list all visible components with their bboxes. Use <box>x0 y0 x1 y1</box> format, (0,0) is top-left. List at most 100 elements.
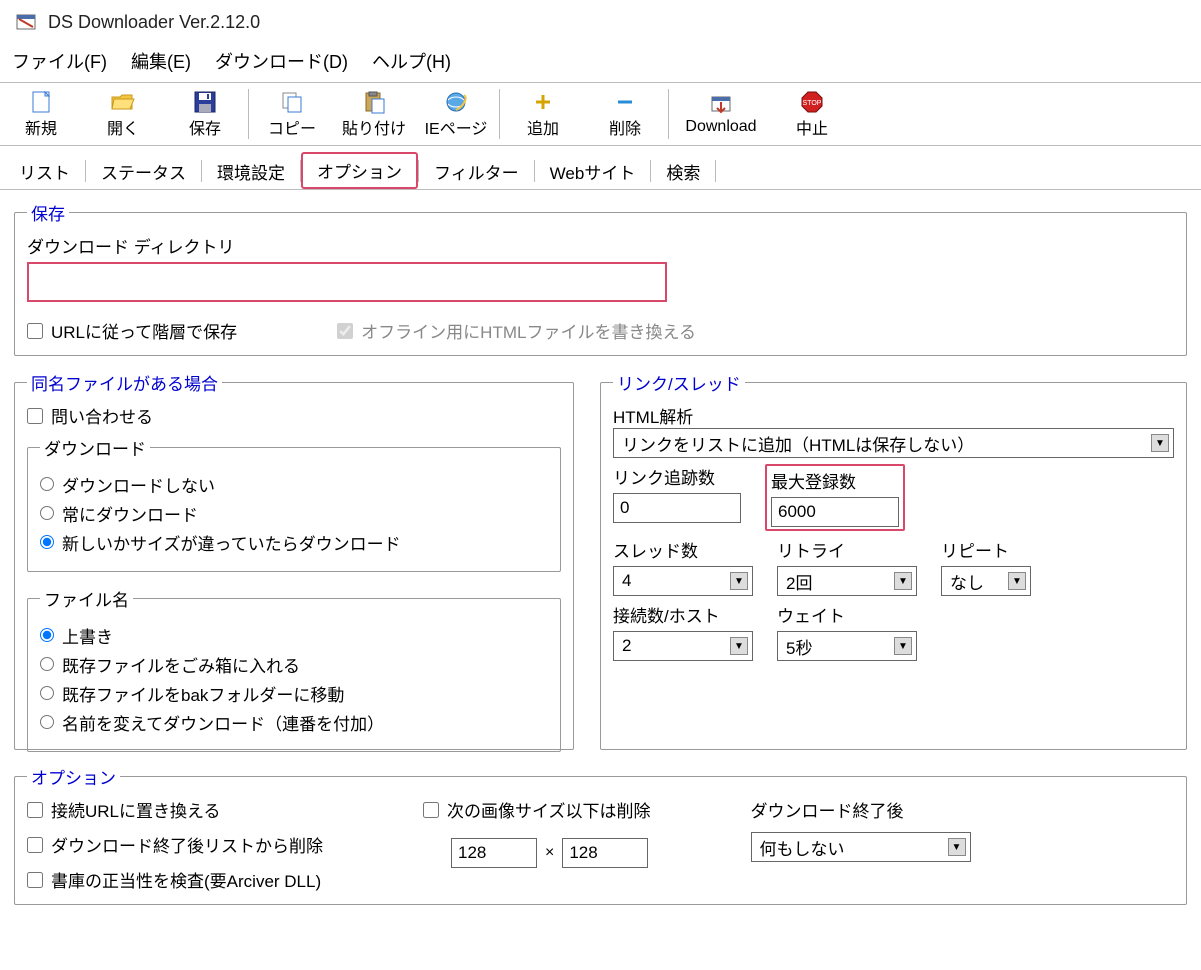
menu-download[interactable]: ダウンロード(D) <box>215 48 348 74</box>
chk-offline-rewrite-label: オフライン用にHTMLファイルを書き換える <box>361 318 696 343</box>
group-samefile-legend: 同名ファイルがある場合 <box>27 370 222 395</box>
conn-host-label: 接続数/ホスト <box>613 602 753 627</box>
chk-url-layers[interactable]: URLに従って階層で保存 <box>27 318 237 343</box>
retry-select[interactable]: 2回 ▼ <box>777 566 917 596</box>
radio-bak-input[interactable] <box>40 686 54 700</box>
toolbar-iepage[interactable]: IEページ <box>415 87 497 141</box>
toolbar-add[interactable]: 追加 <box>502 87 584 141</box>
chk-offline-rewrite: オフライン用にHTMLファイルを書き換える <box>337 318 696 343</box>
chk-remove-after-label: ダウンロード終了後リストから削除 <box>51 832 323 857</box>
radio-trash[interactable]: 既存ファイルをごみ箱に入れる <box>40 652 548 677</box>
tab-status[interactable]: ステータス <box>86 154 201 188</box>
chk-ask[interactable]: 問い合わせる <box>27 403 153 428</box>
html-parse-value: リンクをリストに追加（HTMLは保存しない） <box>622 431 974 456</box>
html-parse-select[interactable]: リンクをリストに追加（HTMLは保存しない） ▼ <box>613 428 1174 458</box>
repeat-select[interactable]: なし ▼ <box>941 566 1031 596</box>
radio-bak[interactable]: 既存ファイルをbakフォルダーに移動 <box>40 681 548 706</box>
chk-url-layers-label: URLに従って階層で保存 <box>51 318 237 343</box>
toolbar-new-label: 新規 <box>25 115 57 139</box>
radio-dl-always[interactable]: 常にダウンロード <box>40 501 548 526</box>
max-reg-highlight: 最大登録数 <box>765 464 905 531</box>
img-width-input[interactable] <box>451 838 537 868</box>
group-options: オプション 接続URLに置き換える ダウンロード終了後リストから削除 書庫の正当… <box>14 764 1187 905</box>
toolbar-delete[interactable]: 削除 <box>584 87 666 141</box>
tab-filter[interactable]: フィルター <box>419 154 534 188</box>
radio-dl-newer[interactable]: 新しいかサイズが違っていたらダウンロード <box>40 530 548 555</box>
max-reg-input[interactable] <box>771 497 899 527</box>
stop-icon: STOP <box>800 89 824 115</box>
link-follow-label: リンク追跡数 <box>613 464 741 489</box>
toolbar-copy[interactable]: コピー <box>251 87 333 141</box>
chevron-down-icon: ▼ <box>1008 572 1026 590</box>
content-area: 保存 ダウンロード ディレクトリ URLに従って階層で保存 オフライン用にHTM… <box>0 190 1201 929</box>
minus-icon <box>615 89 635 115</box>
conn-host-select[interactable]: 2 ▼ <box>613 631 753 661</box>
toolbar-new[interactable]: 新規 <box>0 87 82 141</box>
radio-dl-always-input[interactable] <box>40 506 54 520</box>
toolbar-iepage-label: IEページ <box>425 115 488 139</box>
chevron-down-icon: ▼ <box>948 838 966 856</box>
after-dl-select[interactable]: 何もしない ▼ <box>751 832 971 862</box>
chk-min-image-label: 次の画像サイズ以下は削除 <box>447 797 651 822</box>
plus-icon <box>533 89 553 115</box>
chk-replace-conn-url[interactable]: 接続URLに置き換える <box>27 797 323 822</box>
radio-rename-label: 名前を変えてダウンロード（連番を付加） <box>62 710 384 735</box>
radio-dl-no-input[interactable] <box>40 477 54 491</box>
tab-website[interactable]: Webサイト <box>535 154 651 188</box>
link-follow-input[interactable] <box>613 493 741 523</box>
tab-env[interactable]: 環境設定 <box>202 154 300 188</box>
folder-open-icon <box>110 89 136 115</box>
toolbar-paste[interactable]: 貼り付け <box>333 87 415 141</box>
radio-overwrite[interactable]: 上書き <box>40 623 548 648</box>
menu-edit[interactable]: 編集(E) <box>131 48 191 74</box>
chk-remove-after[interactable]: ダウンロード終了後リストから削除 <box>27 832 323 857</box>
toolbar-save-label: 保存 <box>189 115 221 139</box>
title-bar: DS Downloader Ver.2.12.0 <box>0 0 1201 38</box>
group-options-legend: オプション <box>27 764 120 789</box>
toolbar-separator <box>248 89 249 139</box>
radio-rename[interactable]: 名前を変えてダウンロード（連番を付加） <box>40 710 548 735</box>
download-dir-input[interactable] <box>27 262 667 302</box>
radio-overwrite-label: 上書き <box>62 623 113 648</box>
radio-overwrite-input[interactable] <box>40 628 54 642</box>
tab-list[interactable]: リスト <box>4 154 85 188</box>
img-height-input[interactable] <box>562 838 648 868</box>
tab-option[interactable]: オプション <box>301 152 418 189</box>
radio-dl-newer-input[interactable] <box>40 535 54 549</box>
paste-icon <box>362 89 386 115</box>
menu-help[interactable]: ヘルプ(H) <box>372 48 451 74</box>
radio-rename-input[interactable] <box>40 715 54 729</box>
chk-min-image-box[interactable] <box>423 802 439 818</box>
toolbar-paste-label: 貼り付け <box>342 115 406 139</box>
chk-check-archive-label: 書庫の正当性を検査(要Arciver DLL) <box>51 867 321 892</box>
wait-select[interactable]: 5秒 ▼ <box>777 631 917 661</box>
toolbar-download[interactable]: Download <box>671 90 771 138</box>
radio-trash-input[interactable] <box>40 657 54 671</box>
chk-check-archive[interactable]: 書庫の正当性を検査(要Arciver DLL) <box>27 867 323 892</box>
radio-dl-no[interactable]: ダウンロードしない <box>40 472 548 497</box>
group-save: 保存 ダウンロード ディレクトリ URLに従って階層で保存 オフライン用にHTM… <box>14 200 1187 356</box>
floppy-save-icon <box>193 89 217 115</box>
toolbar-open[interactable]: 開く <box>82 87 164 141</box>
toolbar-stop[interactable]: STOP 中止 <box>771 87 853 141</box>
radio-bak-label: 既存ファイルをbakフォルダーに移動 <box>62 681 344 706</box>
conn-host-value: 2 <box>622 636 631 656</box>
toolbar-save[interactable]: 保存 <box>164 87 246 141</box>
chk-url-layers-box[interactable] <box>27 323 43 339</box>
chk-replace-conn-url-box[interactable] <box>27 802 43 818</box>
chk-check-archive-box[interactable] <box>27 872 43 888</box>
toolbar-copy-label: コピー <box>268 115 316 139</box>
menu-file[interactable]: ファイル(F) <box>12 48 107 74</box>
toolbar-delete-label: 削除 <box>609 115 641 139</box>
after-dl-value: 何もしない <box>760 835 845 860</box>
radio-dl-newer-label: 新しいかサイズが違っていたらダウンロード <box>62 530 401 555</box>
toolbar-separator <box>499 89 500 139</box>
tab-search[interactable]: 検索 <box>651 154 715 188</box>
threads-select[interactable]: 4 ▼ <box>613 566 753 596</box>
chk-min-image[interactable]: 次の画像サイズ以下は削除 <box>423 797 651 822</box>
chk-remove-after-box[interactable] <box>27 837 43 853</box>
img-times-label: × <box>545 844 554 862</box>
group-samefile: 同名ファイルがある場合 問い合わせる ダウンロード ダウンロードしない 常にダウ… <box>14 370 574 750</box>
chk-ask-box[interactable] <box>27 408 43 424</box>
app-icon <box>14 10 38 34</box>
